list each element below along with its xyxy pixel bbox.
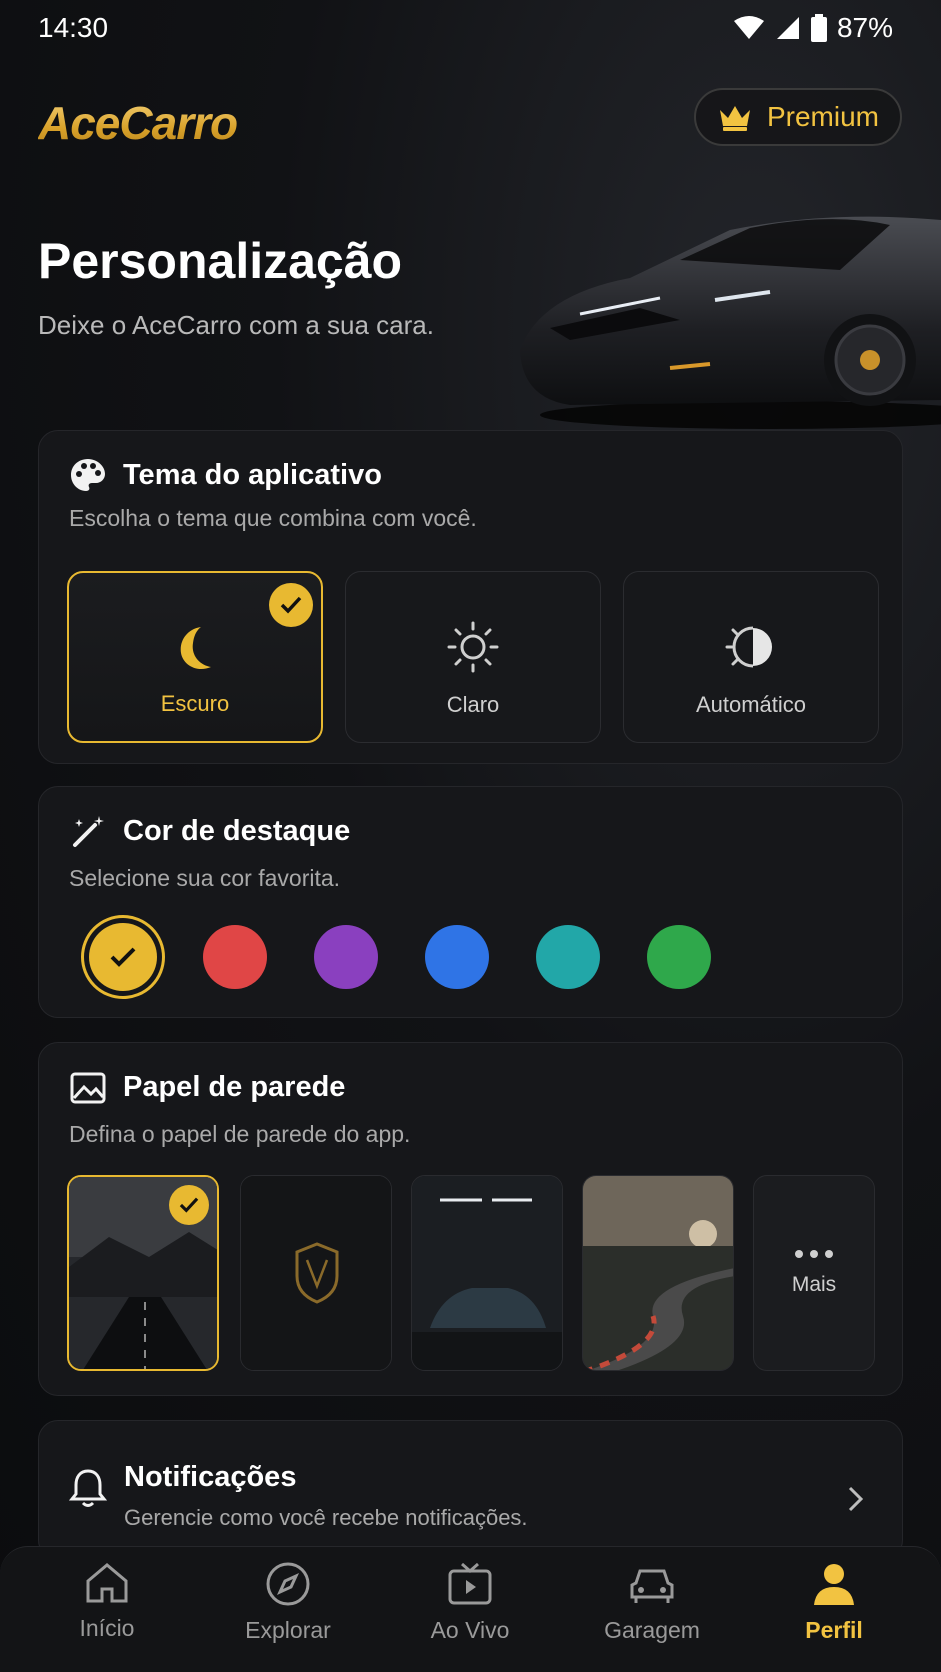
car-hero-image xyxy=(520,216,941,429)
wallpaper-more-label: Mais xyxy=(791,1273,837,1296)
notifications-title: Notificações xyxy=(124,1461,297,1493)
car-icon xyxy=(630,1569,674,1603)
personalization-screen: 14:30 87% AceCarro Premium Personalizaçã… xyxy=(0,0,941,1672)
nav-item-perfil[interactable]: Perfil xyxy=(764,1561,904,1644)
sun-icon xyxy=(447,621,499,673)
nav-item-garagem[interactable]: Garagem xyxy=(582,1561,722,1644)
more-dots-icon xyxy=(795,1250,833,1258)
page-title: Personalização xyxy=(38,233,403,289)
theme-option-label: Automático xyxy=(695,692,807,717)
nav-label: Perfil xyxy=(805,1617,863,1643)
battery-icon xyxy=(810,14,827,42)
bottom-nav: Início Explorar Ao Vivo Garagem Perfil xyxy=(0,1546,941,1672)
profile-icon xyxy=(814,1564,854,1605)
palette-icon xyxy=(71,459,105,491)
color-swatch-blue[interactable] xyxy=(425,925,489,989)
wallpaper-card-subtitle: Defina o papel de parede do app. xyxy=(69,1121,411,1147)
crown-icon xyxy=(719,106,750,131)
page-subtitle: Deixe o AceCarro com a sua cara. xyxy=(38,310,434,340)
accent-color-card: Cor de destaque Selecione sua cor favori… xyxy=(38,786,903,1018)
color-swatch-green[interactable] xyxy=(647,925,711,989)
battery-percent: 87% xyxy=(836,12,893,43)
theme-option-auto[interactable]: Automático xyxy=(623,571,879,743)
theme-option-label: Claro xyxy=(446,692,500,717)
wallpaper-card-title: Papel de parede xyxy=(123,1071,346,1103)
theme-card-subtitle: Escolha o tema que combina com você. xyxy=(69,505,477,531)
color-swatch-teal[interactable] xyxy=(536,925,600,989)
theme-card-title: Tema do aplicativo xyxy=(123,459,382,491)
moon-icon xyxy=(180,627,211,670)
theme-card: Tema do aplicativo Escolha o tema que co… xyxy=(38,430,903,764)
color-swatch-red[interactable] xyxy=(203,925,267,989)
wallpaper-road[interactable] xyxy=(67,1175,219,1371)
bell-icon xyxy=(69,1469,107,1507)
accent-card-title: Cor de destaque xyxy=(123,815,351,847)
nav-label: Ao Vivo xyxy=(430,1617,510,1643)
notifications-subtitle: Gerencie como você recebe notificações. xyxy=(124,1505,528,1530)
nav-item-ao-vivo[interactable]: Ao Vivo xyxy=(400,1561,540,1644)
magic-wand-icon xyxy=(73,816,104,847)
wallpaper-more-button[interactable]: Mais xyxy=(753,1175,875,1371)
selected-check-icon xyxy=(169,1185,209,1225)
wallpaper-emblem[interactable] xyxy=(240,1175,392,1371)
home-icon xyxy=(86,1563,128,1603)
half-sun-icon xyxy=(725,626,772,668)
status-bar: 14:30 87% xyxy=(0,0,941,56)
notifications-row[interactable]: Notificações Gerencie como você recebe n… xyxy=(38,1420,903,1560)
wallpaper-card: Papel de parede Defina o papel de parede… xyxy=(38,1042,903,1396)
theme-option-light[interactable]: Claro xyxy=(345,571,601,743)
nav-label: Explorar xyxy=(245,1617,331,1643)
nav-item-explorar[interactable]: Explorar xyxy=(218,1561,358,1644)
signal-icon xyxy=(776,17,799,39)
accent-card-subtitle: Selecione sua cor favorita. xyxy=(69,865,341,891)
theme-option-label: Escuro xyxy=(160,691,230,716)
color-swatch-gold[interactable] xyxy=(81,915,165,999)
premium-label: Premium xyxy=(766,101,879,132)
nav-label: Início xyxy=(79,1615,135,1641)
status-time: 14:30 xyxy=(38,12,109,43)
nav-item-inicio[interactable]: Início xyxy=(37,1561,177,1642)
theme-option-dark[interactable]: Escuro xyxy=(67,571,323,743)
wifi-icon xyxy=(733,16,764,39)
app-logo: AceCarro xyxy=(38,97,238,149)
status-icons: 87% xyxy=(733,12,893,44)
live-tv-icon xyxy=(448,1562,492,1605)
selected-check-icon xyxy=(269,583,313,627)
compass-icon xyxy=(266,1562,310,1606)
color-swatch-purple[interactable] xyxy=(314,925,378,989)
nav-label: Garagem xyxy=(604,1617,700,1643)
check-icon xyxy=(110,947,136,967)
image-icon xyxy=(70,1072,106,1104)
wallpaper-racetrack[interactable] xyxy=(582,1175,734,1371)
chevron-right-icon xyxy=(848,1486,864,1512)
wallpaper-garage[interactable] xyxy=(411,1175,563,1371)
premium-button[interactable]: Premium xyxy=(694,88,902,146)
